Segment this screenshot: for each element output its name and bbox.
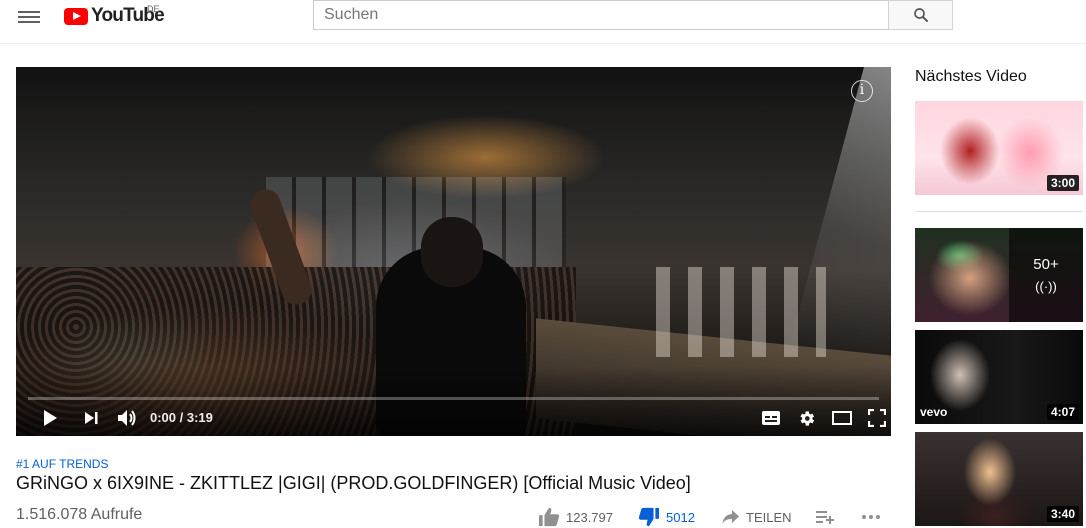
add-to-playlist-icon <box>816 511 834 524</box>
thumbs-down-icon <box>638 507 659 527</box>
masthead: YouTube DE <box>0 0 1086 44</box>
next-button[interactable] <box>80 407 102 429</box>
up-next-heading: Nächstes Video <box>915 68 1027 85</box>
play-icon <box>44 410 57 426</box>
like-count: 123.797 <box>566 509 613 525</box>
play-button[interactable] <box>38 407 62 429</box>
fullscreen-button[interactable] <box>866 407 888 429</box>
dislike-button[interactable]: 5012 <box>638 507 695 527</box>
mix-overlay: 50+ ((·)) <box>1009 228 1083 322</box>
related-video-thumbnail[interactable]: vevo 4:07 <box>915 330 1083 424</box>
mix-count: 50+ <box>1033 256 1059 273</box>
radio-icon: ((·)) <box>1035 279 1057 294</box>
dislike-count: 5012 <box>666 509 695 525</box>
volume-button[interactable] <box>115 407 139 429</box>
like-button[interactable]: 123.797 <box>538 507 613 527</box>
share-label: TEILEN <box>746 509 792 525</box>
search-button[interactable] <box>888 0 953 30</box>
search-box <box>313 0 889 30</box>
settings-icon <box>799 410 814 426</box>
related-video-thumbnail[interactable]: 3:40 <box>915 432 1083 526</box>
video-player[interactable]: i 0:00 / 3:19 <box>16 67 891 436</box>
country-code: DE <box>147 4 160 14</box>
mix-playlist-thumbnail[interactable]: 50+ ((·)) <box>915 228 1083 322</box>
search-icon <box>913 8 928 22</box>
divider <box>915 211 1083 212</box>
duration-badge: 4:07 <box>1046 404 1079 420</box>
fullscreen-icon <box>868 409 886 427</box>
time-display: 0:00 / 3:19 <box>150 410 213 425</box>
search-input[interactable] <box>314 1 889 29</box>
info-icon[interactable]: i <box>851 80 873 102</box>
subtitles-button[interactable] <box>760 407 782 429</box>
subtitles-icon <box>762 411 780 425</box>
more-icon <box>862 515 880 519</box>
settings-button[interactable] <box>795 407 817 429</box>
duration-badge: 3:00 <box>1046 175 1079 191</box>
share-button[interactable]: TEILEN <box>722 507 792 527</box>
view-count: 1.516.078 Aufrufe <box>16 506 143 523</box>
thumbs-up-icon <box>539 507 560 527</box>
theater-icon <box>832 411 852 425</box>
share-icon <box>722 510 739 524</box>
menu-icon[interactable] <box>18 8 40 26</box>
volume-icon <box>118 410 136 426</box>
vevo-logo: vevo <box>920 405 948 419</box>
theater-mode-button[interactable] <box>830 407 854 429</box>
youtube-logo-icon <box>64 7 88 25</box>
more-actions-button[interactable] <box>861 507 881 527</box>
progress-bar[interactable] <box>28 397 879 400</box>
next-video-thumbnail[interactable]: 3:00 <box>915 101 1083 195</box>
trending-badge[interactable]: #1 AUF TRENDS <box>16 457 108 471</box>
video-title: GRiNGO x 6IX9INE - ZKITTLEZ |GIGI| (PROD… <box>16 473 691 493</box>
duration-badge: 3:40 <box>1046 506 1079 522</box>
add-to-playlist-button[interactable] <box>816 507 834 527</box>
next-icon <box>85 412 98 424</box>
